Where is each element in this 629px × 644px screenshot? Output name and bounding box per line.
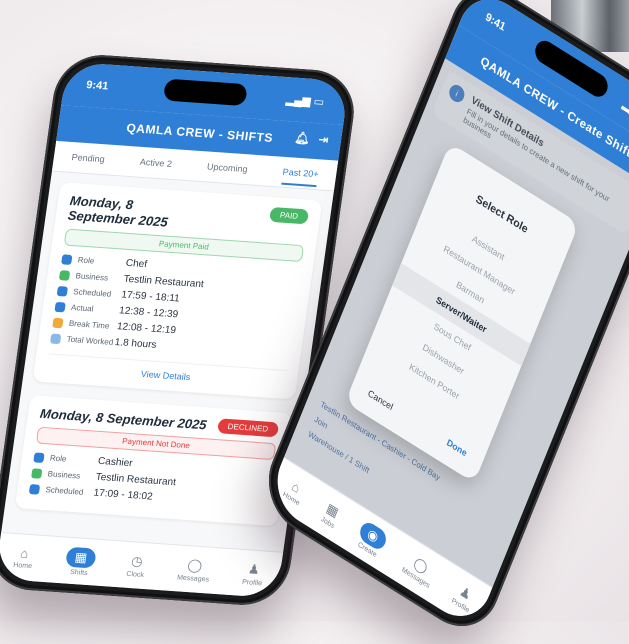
clock-icon: ◷ — [130, 552, 144, 569]
home-icon: ⌂ — [19, 545, 30, 561]
tab-upcoming[interactable]: Upcoming — [206, 161, 248, 174]
detail-icon — [56, 285, 69, 297]
detail-icon — [52, 317, 64, 328]
detail-icon — [33, 451, 45, 463]
shift-details: Role Cashier Business Testlin Restaurant Sch… — [28, 451, 273, 510]
detail-value: 17:59 - 18:11 — [120, 289, 181, 305]
nav-label: Messages — [176, 573, 210, 584]
nav-item-profile[interactable]: ♟ Profile — [451, 580, 477, 614]
shift-details: Role Chef Business Testlin Restaurant Schedu… — [50, 253, 301, 360]
detail-value: Chef — [125, 257, 148, 271]
detail-icon — [61, 253, 73, 265]
nav-item-clock[interactable]: ◷ Clock — [126, 553, 147, 579]
detail-label: Break Time — [68, 318, 111, 331]
nav-item-home[interactable]: ⌂ Home — [282, 475, 307, 507]
detail-label: Role — [77, 255, 95, 266]
detail-value: 12:38 - 12:39 — [118, 305, 179, 321]
detail-icon — [54, 301, 66, 312]
detail-value: Cashier — [97, 455, 134, 470]
nav-item-messages[interactable]: ◯ Messages — [401, 549, 438, 590]
detail-value: 12:08 - 12:19 — [116, 321, 177, 337]
nav-label: Clock — [125, 570, 145, 579]
status-badge: PAID — [268, 206, 310, 225]
messages-icon: ◯ — [186, 556, 204, 573]
nav-item-profile[interactable]: ♟ Profile — [242, 561, 265, 587]
detail-label: Scheduled — [72, 287, 112, 299]
shifts-icon: ▦ — [65, 546, 97, 569]
logout-icon[interactable]: ⇥ — [317, 132, 330, 147]
nav-label: Shifts — [69, 568, 89, 577]
detail-value: 17:09 - 18:02 — [92, 487, 154, 503]
detail-value: Testlin Restaurant — [95, 471, 177, 489]
shift-card[interactable]: Monday, 8 September 2025 PAID Payment Pa… — [32, 182, 323, 400]
nav-item-home[interactable]: ⌂ Home — [13, 545, 35, 570]
status-time: 9:41 — [483, 10, 508, 34]
view-details-link[interactable]: View Details — [45, 353, 287, 389]
home-icon: ⌂ — [289, 478, 303, 497]
shift-date: Monday, 8 September 2025 — [66, 192, 169, 230]
detail-label: Business — [74, 271, 109, 283]
detail-label: Actual — [70, 302, 95, 314]
nav-label: Home — [12, 561, 33, 571]
detail-label: Role — [49, 453, 68, 464]
nav-item-jobs[interactable]: ▦ Jobs — [320, 499, 342, 529]
signal-icon: ▂▄▆ ▭ — [285, 93, 326, 109]
detail-icon — [50, 333, 62, 344]
nav-item-shifts[interactable]: ▦ Shifts — [64, 546, 97, 577]
detail-label: Scheduled — [44, 485, 84, 497]
done-button[interactable]: Done — [445, 437, 468, 458]
shift-card[interactable]: Monday, 8 September 2025 DECLINED Paymen… — [14, 395, 293, 527]
profile-icon: ♟ — [247, 560, 261, 577]
status-badge: DECLINED — [216, 418, 280, 438]
tab-active[interactable]: Active 2 — [139, 157, 172, 169]
signal-icon: ▂▄▆ ▭ — [621, 97, 629, 129]
status-time: 9:41 — [85, 79, 110, 93]
detail-value: 1.8 hours — [113, 337, 158, 351]
nav-item-messages[interactable]: ◯ Messages — [177, 556, 212, 583]
tab-pending[interactable]: Pending — [71, 152, 105, 164]
detail-value: Testlin Restaurant — [122, 273, 205, 291]
nav-label: Profile — [241, 578, 263, 587]
tab-past[interactable]: Past 20+ — [280, 166, 320, 188]
detail-icon — [28, 483, 41, 495]
notification-icon[interactable]: 🔔︎ — [294, 131, 312, 146]
detail-icon — [58, 269, 71, 281]
detail-label: Total Worked — [66, 334, 114, 347]
app-title: QAMLA CREW - SHIFTS — [125, 120, 274, 145]
bottom-nav: ⌂ Home ▦ Shifts ◷ Clock ◯ Messages ♟ Profile — [0, 532, 284, 599]
detail-label: Business — [47, 469, 81, 481]
cancel-button[interactable]: Cancel — [367, 388, 395, 412]
nav-item-create[interactable]: ◉ Create — [354, 518, 389, 561]
detail-icon — [31, 467, 43, 479]
